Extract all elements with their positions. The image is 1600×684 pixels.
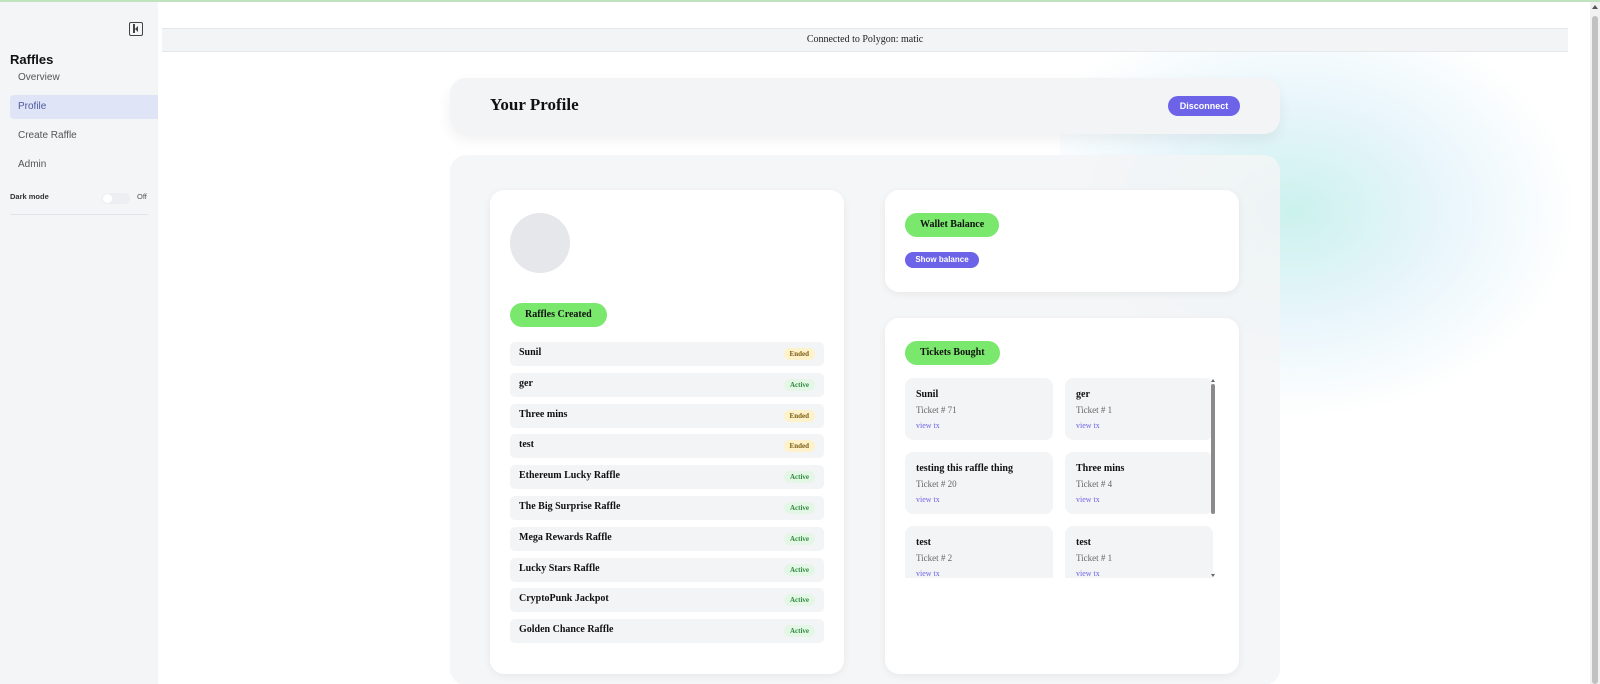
sidebar-item-create-raffle[interactable]: Create Raffle [10, 124, 158, 148]
raffle-row[interactable]: Ethereum Lucky Raffle Active [510, 465, 824, 490]
sidebar-item-overview[interactable]: Overview [10, 66, 158, 90]
show-balance-button[interactable]: Show balance [905, 252, 979, 268]
tickets-scroll-area[interactable]: Sunil Ticket # 71 view tx ger Ticket # 1… [905, 378, 1219, 578]
raffle-list: Sunil Ended ger Active Three mins Ended … [510, 342, 824, 650]
raffle-row[interactable]: Three mins Ended [510, 403, 824, 428]
ticket-card: ger Ticket # 1 view tx [1065, 378, 1213, 440]
ticket-number: Ticket # 71 [916, 405, 957, 415]
status-badge: Active [783, 563, 815, 576]
sidebar-title: Raffles [10, 52, 54, 67]
ticket-raffle-name: test [1076, 537, 1091, 548]
page-scrollbar[interactable] [1590, 2, 1600, 684]
raffle-name: CryptoPunk Jackpot [519, 593, 609, 605]
raffle-row[interactable]: test Ended [510, 434, 824, 459]
dark-mode-state: Off [137, 192, 147, 201]
raffle-name: Golden Chance Raffle [519, 624, 614, 636]
raffle-row[interactable]: Sunil Ended [510, 342, 824, 366]
dark-mode-row: Dark mode Off [10, 190, 148, 206]
ticket-card: test Ticket # 1 view tx [1065, 526, 1213, 578]
sidebar-divider [10, 214, 148, 215]
raffle-name: Ethereum Lucky Raffle [519, 470, 620, 482]
view-tx-link[interactable]: view tx [916, 421, 940, 430]
raffle-name: The Big Surprise Raffle [519, 500, 621, 512]
tickets-bought-card: Tickets Bought Sunil Ticket # 71 view tx… [885, 318, 1239, 674]
status-badge: Ended [783, 409, 815, 422]
status-badge: Active [783, 594, 815, 607]
ticket-raffle-name: test [916, 537, 931, 548]
sidebar: Raffles Overview Profile Create Raffle A… [0, 2, 158, 684]
dark-mode-toggle[interactable] [102, 193, 130, 204]
raffle-row[interactable]: Lucky Stars Raffle Active [510, 557, 824, 582]
ticket-card: Sunil Ticket # 71 view tx [905, 378, 1053, 440]
raffles-created-card: Raffles Created Sunil Ended ger Active T… [490, 190, 844, 674]
ticket-number: Ticket # 1 [1076, 553, 1113, 563]
ticket-raffle-name: testing this raffle thing [916, 463, 1013, 474]
status-badge: Ended [783, 440, 815, 453]
raffle-name: ger [519, 377, 533, 389]
page-title: Your Profile [490, 95, 579, 114]
dark-mode-label: Dark mode [10, 192, 49, 201]
raffle-row[interactable]: CryptoPunk Jackpot Active [510, 588, 824, 613]
ticket-raffle-name: Sunil [916, 389, 939, 400]
tickets-scroll-down-icon[interactable] [1211, 574, 1215, 577]
raffle-name: test [519, 439, 534, 451]
profile-header: Your Profile Disconnect [450, 78, 1280, 134]
raffle-row[interactable]: The Big Surprise Raffle Active [510, 495, 824, 520]
sidebar-item-profile[interactable]: Profile [10, 95, 158, 119]
raffle-name: Lucky Stars Raffle [519, 562, 600, 574]
status-badge: Active [783, 532, 815, 545]
collapse-sidebar-icon[interactable] [129, 22, 143, 36]
raffle-name: Mega Rewards Raffle [519, 531, 612, 543]
view-tx-link[interactable]: view tx [1076, 421, 1100, 430]
view-tx-link[interactable]: view tx [1076, 495, 1100, 504]
tickets-scroll-up-icon[interactable] [1211, 379, 1215, 382]
ticket-raffle-name: Three mins [1076, 463, 1125, 474]
connection-banner: Connected to Polygon: matic [162, 28, 1568, 52]
status-badge: Ended [783, 348, 815, 360]
tickets-scrollbar-thumb[interactable] [1211, 384, 1215, 514]
ticket-card: testing this raffle thing Ticket # 20 vi… [905, 452, 1053, 514]
ticket-raffle-name: ger [1076, 389, 1090, 400]
status-badge: Active [783, 625, 815, 638]
wallet-balance-card: Wallet Balance Show balance [885, 190, 1239, 292]
raffle-row[interactable]: Golden Chance Raffle Active [510, 619, 824, 644]
wallet-balance-heading: Wallet Balance [905, 213, 1000, 237]
disconnect-button[interactable]: Disconnect [1168, 96, 1240, 116]
ticket-number: Ticket # 20 [916, 479, 957, 489]
tickets-bought-heading: Tickets Bought [905, 341, 1000, 365]
status-badge: Active [783, 501, 815, 514]
avatar [510, 213, 570, 273]
top-accent-line [0, 0, 1600, 2]
page-scrollbar-thumb[interactable] [1592, 16, 1598, 684]
view-tx-link[interactable]: view tx [916, 495, 940, 504]
raffle-name: Sunil [519, 347, 542, 358]
status-badge: Active [783, 378, 815, 391]
view-tx-link[interactable]: view tx [916, 569, 940, 578]
ticket-number: Ticket # 2 [916, 553, 953, 563]
view-tx-link[interactable]: view tx [1076, 569, 1100, 578]
ticket-card: Three mins Ticket # 4 view tx [1065, 452, 1213, 514]
raffles-created-heading: Raffles Created [510, 303, 607, 327]
sidebar-item-admin[interactable]: Admin [10, 153, 158, 177]
raffle-name: Three mins [519, 408, 568, 420]
scroll-up-icon[interactable] [1592, 5, 1598, 9]
status-badge: Active [783, 471, 815, 484]
raffle-row[interactable]: Mega Rewards Raffle Active [510, 526, 824, 551]
ticket-card: test Ticket # 2 view tx [905, 526, 1053, 578]
ticket-number: Ticket # 1 [1076, 405, 1113, 415]
ticket-number: Ticket # 4 [1076, 479, 1113, 489]
raffle-row[interactable]: ger Active [510, 372, 824, 397]
